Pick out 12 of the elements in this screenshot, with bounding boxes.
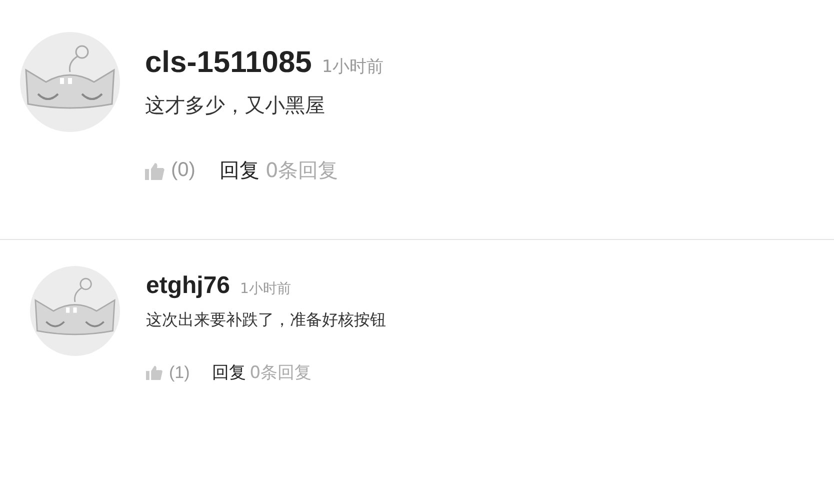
thumb-up-icon (145, 162, 165, 180)
reply-button[interactable]: 回复 (212, 361, 246, 384)
comment-text: 这才多少，又小黑屋 (145, 92, 326, 119)
reply-button[interactable]: 回复 (219, 157, 260, 184)
avatar-icon (30, 266, 120, 356)
user-name[interactable]: cls-1511085 (145, 46, 312, 80)
thumb-up-icon (146, 364, 163, 380)
comment-time: 1小时前 (322, 56, 384, 78)
user-name[interactable]: etghj76 (146, 272, 230, 300)
comment-text: 这次出来要补跌了，准备好核按钮 (146, 310, 386, 331)
comment-time: 1小时前 (240, 280, 291, 298)
avatar-icon (20, 32, 120, 132)
